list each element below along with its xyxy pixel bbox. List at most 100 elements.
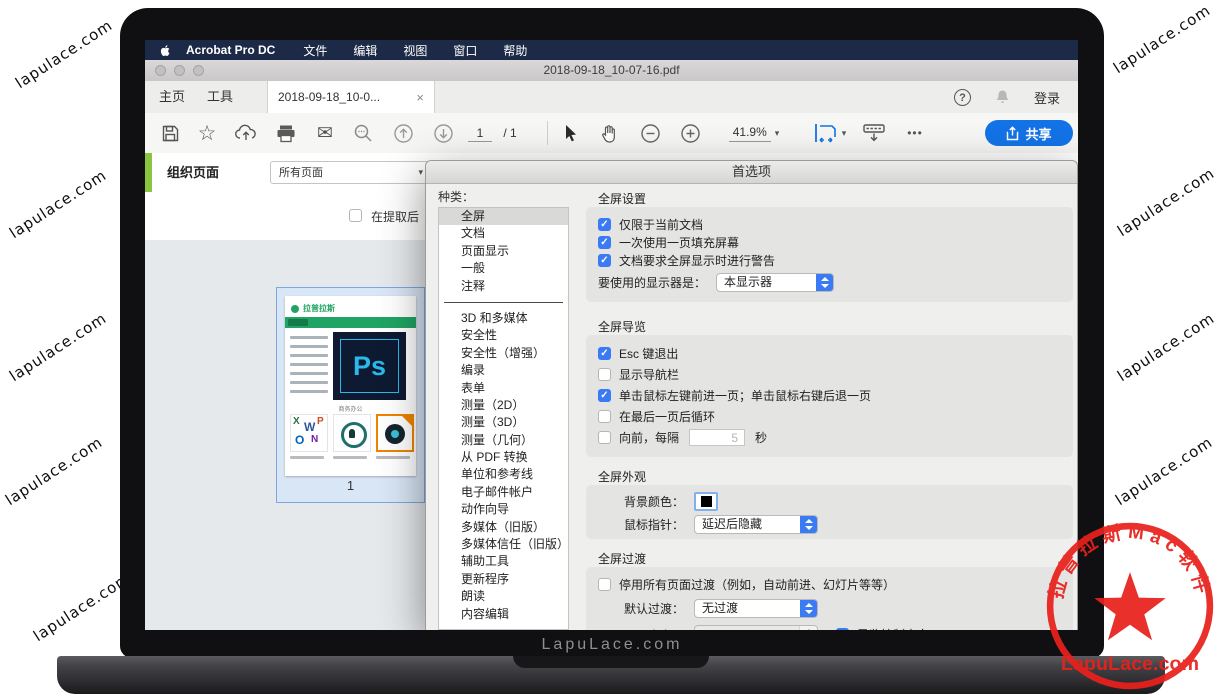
category-item[interactable]: 多媒体（旧版） bbox=[439, 519, 568, 536]
dialog-title: 首选项 bbox=[426, 161, 1077, 184]
favorite-star-icon[interactable]: ☆ bbox=[192, 113, 222, 153]
category-item[interactable]: 朗读 bbox=[439, 588, 568, 605]
checkbox-auto-advance[interactable] bbox=[598, 431, 611, 444]
zoom-out-icon[interactable] bbox=[636, 113, 664, 153]
checkbox-show-navbar[interactable] bbox=[598, 368, 611, 381]
traffic-light-close[interactable] bbox=[155, 65, 166, 76]
category-item[interactable]: 3D 和多媒体 bbox=[439, 310, 568, 327]
section-title-fullscreen-transition: 全屏过渡 bbox=[598, 550, 646, 567]
menu-item[interactable]: 文件 bbox=[303, 42, 327, 59]
checkbox-warn-fullscreen[interactable] bbox=[598, 254, 611, 267]
category-item[interactable]: 内容编辑 bbox=[439, 606, 568, 623]
category-item[interactable]: 辅助工具 bbox=[439, 553, 568, 570]
page-range-dropdown[interactable]: 所有页面 ▾ bbox=[270, 161, 430, 184]
chevron-down-icon: ▾ bbox=[775, 128, 780, 139]
cursor-select[interactable]: 延迟后隐藏 bbox=[694, 515, 818, 534]
category-item[interactable]: 多媒体信任（旧版） bbox=[439, 536, 568, 553]
window-title: 2018-09-18_10-07-16.pdf bbox=[145, 60, 1078, 81]
bg-color-swatch[interactable] bbox=[694, 492, 718, 511]
checkbox-click-advance[interactable] bbox=[598, 389, 611, 402]
previous-view-icon[interactable] bbox=[388, 113, 418, 153]
checkbox-loop-after-last[interactable] bbox=[598, 410, 611, 423]
help-icon[interactable]: ? bbox=[954, 89, 971, 106]
category-item[interactable]: 单位和参考线 bbox=[439, 466, 568, 483]
office-letter: X bbox=[293, 416, 300, 427]
category-item[interactable]: 安全性 bbox=[439, 327, 568, 344]
hand-tool-icon[interactable] bbox=[595, 113, 623, 153]
category-item[interactable]: 页面显示 bbox=[439, 243, 568, 260]
category-item[interactable]: 安全性（增强） bbox=[439, 345, 568, 362]
select-tool-icon[interactable] bbox=[557, 113, 583, 153]
desktop-background: lapulace.comlapulace.comlapulace.comlapu… bbox=[0, 0, 1221, 700]
stepper-icon bbox=[816, 274, 833, 291]
category-item[interactable]: 测量（2D） bbox=[439, 397, 568, 414]
page-thumbnail[interactable]: 拉普拉斯 Ps 商务办公 XWPON bbox=[276, 287, 425, 503]
checkbox-disable-transitions[interactable] bbox=[598, 578, 611, 591]
menu-bar: Acrobat Pro DC 文件编辑视图窗口帮助 bbox=[145, 40, 1078, 60]
share-button[interactable]: 共享 bbox=[985, 120, 1073, 146]
checkbox-fill-screen[interactable] bbox=[598, 236, 611, 249]
save-icon[interactable] bbox=[155, 113, 185, 153]
menu-item[interactable]: 视图 bbox=[403, 42, 427, 59]
tab-document[interactable]: 2018-09-18_10-0... × bbox=[267, 81, 435, 113]
zoom-in-icon[interactable] bbox=[676, 113, 704, 153]
tab-tools[interactable]: 工具 bbox=[207, 81, 233, 113]
checkbox-nav-controls-direction[interactable] bbox=[836, 628, 849, 630]
category-item[interactable]: 全屏 bbox=[439, 208, 568, 225]
office-letter: P bbox=[317, 416, 324, 427]
category-item[interactable]: 测量（3D） bbox=[439, 414, 568, 431]
print-icon[interactable] bbox=[271, 113, 301, 153]
traffic-light-minimize[interactable] bbox=[174, 65, 185, 76]
category-item[interactable]: 从 PDF 转换 bbox=[439, 449, 568, 466]
interval-seconds-input[interactable] bbox=[689, 429, 745, 446]
monitor-select[interactable]: 本显示器 bbox=[716, 273, 834, 292]
lapulace-stamp: 拉普拉斯Mac软件 LapuLace.com bbox=[1036, 512, 1221, 700]
menu-item[interactable]: 编辑 bbox=[353, 42, 377, 59]
site-sidebar-line bbox=[290, 381, 328, 384]
bg-color-label: 背景颜色： bbox=[598, 493, 684, 510]
stepper-icon bbox=[799, 626, 817, 630]
cloud-upload-icon[interactable] bbox=[231, 113, 261, 153]
site-sidebar-line bbox=[290, 336, 328, 339]
site-nav-bar bbox=[285, 317, 416, 328]
dock-toolbar-icon[interactable] bbox=[859, 113, 889, 153]
tab-home[interactable]: 主页 bbox=[159, 81, 185, 113]
page-number-input[interactable] bbox=[468, 125, 492, 142]
checkbox-esc-exit[interactable] bbox=[598, 347, 611, 360]
apple-logo-icon[interactable] bbox=[159, 44, 172, 57]
stamp-site-text: LapuLace.com bbox=[1061, 653, 1199, 675]
category-item[interactable]: 表单 bbox=[439, 380, 568, 397]
laptop-notch bbox=[513, 656, 709, 668]
section-box-fullscreen-transition: 停用所有页面过渡（例如，自动前进、幻灯片等等） 默认过渡： 无过渡 方向： bbox=[586, 567, 1073, 630]
section-box-fullscreen-appearance: 背景颜色： 鼠标指针： 延迟后隐藏 bbox=[586, 485, 1073, 539]
category-item[interactable]: 电子邮件帐户 bbox=[439, 484, 568, 501]
category-item[interactable]: 测量（几何） bbox=[439, 432, 568, 449]
bell-icon[interactable] bbox=[995, 89, 1010, 105]
site-sidebar-line bbox=[290, 390, 328, 393]
checkbox-current-doc-only[interactable] bbox=[598, 218, 611, 231]
extract-checkbox[interactable] bbox=[349, 209, 362, 222]
category-item[interactable]: 编录 bbox=[439, 362, 568, 379]
category-item[interactable]: 动作向导 bbox=[439, 501, 568, 518]
page-thumbnail-preview: 拉普拉斯 Ps 商务办公 XWPON bbox=[285, 296, 416, 476]
email-icon[interactable]: ✉ bbox=[310, 113, 340, 153]
category-item[interactable]: 文档 bbox=[439, 225, 568, 242]
next-view-icon[interactable] bbox=[428, 113, 458, 153]
section-box-fullscreen-setup: 仅限于当前文档 一次使用一页填充屏幕 文档要求全屏显示时进行警告 要使用的显示器… bbox=[586, 207, 1073, 302]
menu-item[interactable]: 帮助 bbox=[503, 42, 527, 59]
fit-width-dropdown[interactable]: ▾ bbox=[809, 113, 851, 153]
login-button[interactable]: 登录 bbox=[1034, 88, 1060, 107]
close-tab-icon[interactable]: × bbox=[416, 90, 424, 105]
default-transition-select[interactable]: 无过渡 bbox=[694, 599, 818, 618]
category-item[interactable]: 一般 bbox=[439, 260, 568, 277]
laptop-base bbox=[57, 656, 1165, 694]
organize-pages-title: 组织页面 bbox=[167, 153, 219, 192]
zoom-level-dropdown[interactable]: 41.9% ▾ bbox=[719, 113, 789, 153]
category-item[interactable]: 注释 bbox=[439, 278, 568, 295]
category-item[interactable]: 更新程序 bbox=[439, 571, 568, 588]
more-tools-icon[interactable]: ••• bbox=[898, 113, 932, 153]
traffic-light-zoom[interactable] bbox=[193, 65, 204, 76]
menu-item[interactable]: 窗口 bbox=[453, 42, 477, 59]
search-icon[interactable] bbox=[348, 113, 378, 153]
tab-document-label: 2018-09-18_10-0... bbox=[278, 90, 380, 104]
